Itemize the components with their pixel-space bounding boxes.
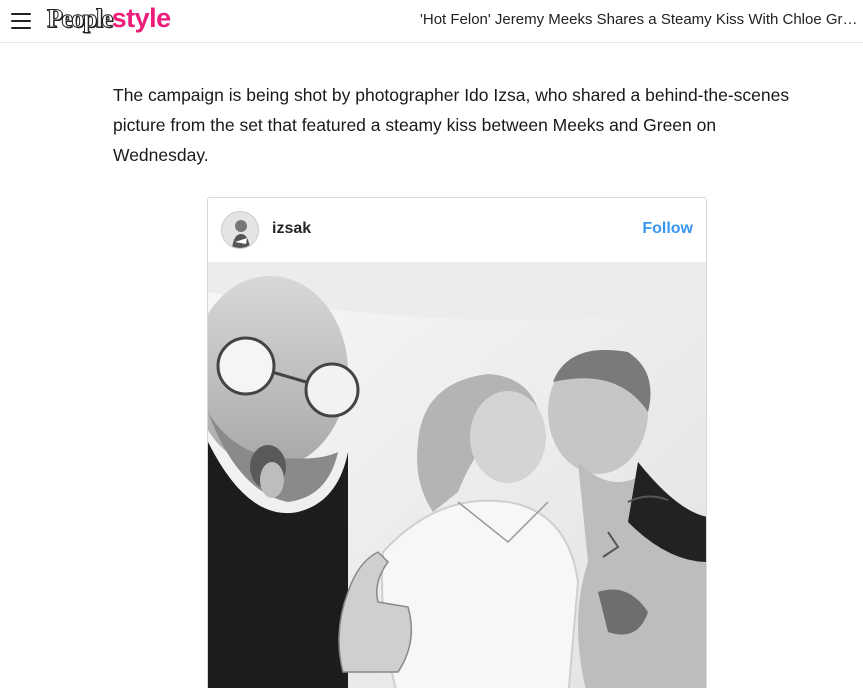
menu-icon-bar — [11, 13, 31, 15]
site-header: People style 'Hot Felon' Jeremy Meeks Sh… — [0, 0, 863, 43]
instagram-photo[interactable] — [208, 262, 706, 688]
article-paragraph: The campaign is being shot by photograph… — [113, 85, 790, 165]
logo-style-text: style — [111, 3, 172, 33]
instagram-embed: izsak Follow — [207, 197, 707, 688]
instagram-username[interactable]: izsak — [272, 220, 311, 238]
avatar[interactable] — [221, 211, 259, 249]
logo-people-text: People — [47, 4, 114, 34]
site-logo[interactable]: People style — [47, 3, 172, 39]
menu-icon[interactable] — [11, 13, 31, 29]
instagram-header: izsak Follow — [208, 198, 706, 262]
follow-button[interactable]: Follow — [642, 220, 693, 238]
article-headline: 'Hot Felon' Jeremy Meeks Shares a Steamy… — [420, 11, 860, 28]
menu-icon-bar — [11, 20, 31, 22]
menu-icon-bar — [11, 27, 31, 29]
